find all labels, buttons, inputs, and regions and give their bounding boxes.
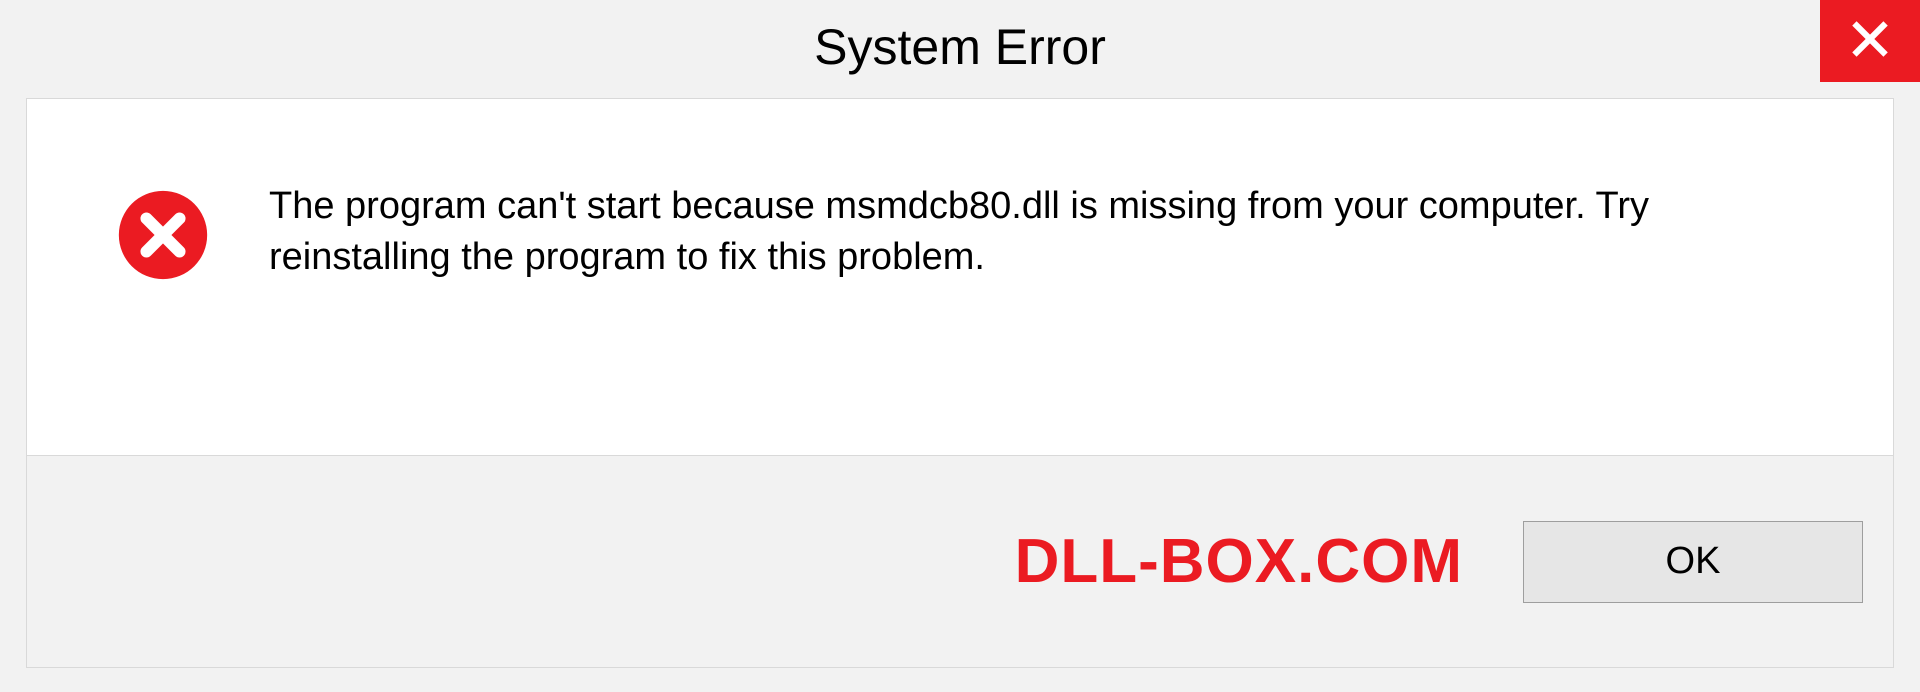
ok-button-label: OK xyxy=(1666,540,1721,583)
ok-button[interactable]: OK xyxy=(1523,521,1863,603)
titlebar: System Error xyxy=(0,0,1920,98)
watermark-text: DLL-BOX.COM xyxy=(1015,526,1463,597)
dialog-content: The program can't start because msmdcb80… xyxy=(26,98,1894,456)
dialog-footer: DLL-BOX.COM OK xyxy=(26,456,1894,668)
error-circle-x-icon xyxy=(117,189,209,281)
window-title: System Error xyxy=(814,18,1106,76)
close-button[interactable] xyxy=(1820,0,1920,82)
close-icon xyxy=(1847,16,1893,67)
error-message: The program can't start because msmdcb80… xyxy=(269,181,1789,284)
